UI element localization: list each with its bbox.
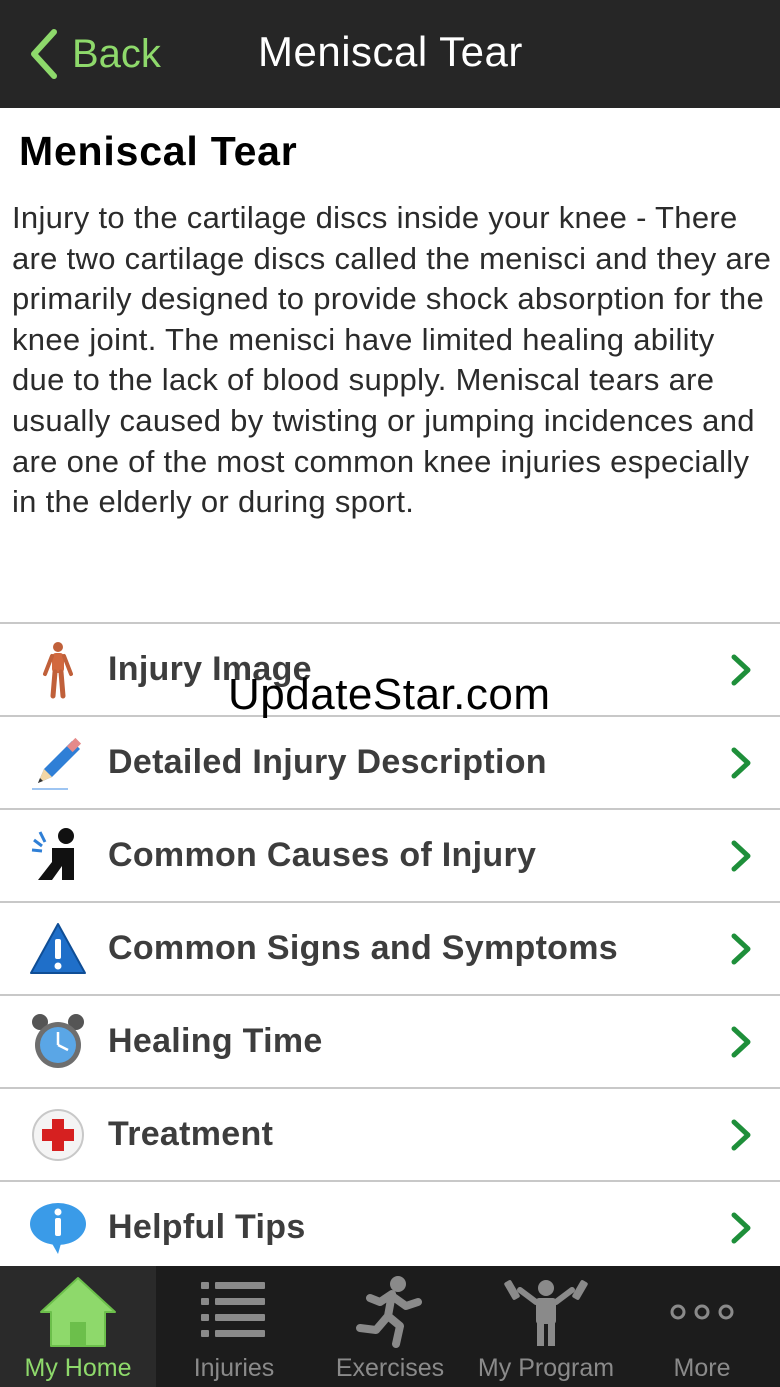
- tab-label: Injuries: [193, 1354, 275, 1382]
- menu-item-label: Healing Time: [108, 1022, 323, 1060]
- tab-exercises[interactable]: Exercises: [312, 1266, 468, 1387]
- tab-injuries[interactable]: Injuries: [156, 1266, 312, 1387]
- back-chevron-icon: [31, 29, 57, 79]
- menu-item-healing-time[interactable]: Healing Time: [0, 996, 780, 1089]
- tab-my-home[interactable]: My Home: [0, 1266, 156, 1387]
- menu-item-label: Common Causes of Injury: [108, 836, 537, 874]
- weightlifter-icon: [504, 1280, 588, 1346]
- chevron-right-icon: [731, 654, 751, 685]
- tab-label: Exercises: [335, 1354, 445, 1382]
- chevron-right-icon: [731, 747, 751, 778]
- navigation-bar: Back Meniscal Tear: [0, 0, 780, 108]
- tab-label: My Program: [477, 1354, 615, 1382]
- menu-item-injury-image[interactable]: Injury Image: [0, 624, 780, 717]
- warning-icon: [28, 919, 88, 979]
- menu-item-label: Common Signs and Symptoms: [108, 929, 618, 967]
- body-anatomy-icon: [28, 640, 88, 700]
- tab-label: My Home: [24, 1354, 132, 1382]
- running-icon: [356, 1276, 422, 1348]
- red-cross-icon: [28, 1105, 88, 1165]
- menu-item-label: Helpful Tips: [108, 1208, 306, 1246]
- chevron-right-icon: [731, 1026, 751, 1057]
- chevron-right-icon: [731, 933, 751, 964]
- menu-item-label: Detailed Injury Description: [108, 743, 547, 781]
- list-icon: [201, 1282, 265, 1337]
- menu-item-detailed-description[interactable]: Detailed Injury Description: [0, 717, 780, 810]
- menu-item-signs-symptoms[interactable]: Common Signs and Symptoms: [0, 903, 780, 996]
- tab-bar: My Home Injuries Exercises My Program Mo…: [0, 1266, 780, 1387]
- injury-menu: Injury Image Detailed Injury Description: [0, 622, 780, 1275]
- tab-label: More: [673, 1354, 731, 1382]
- info-bubble-icon: [28, 1198, 88, 1258]
- alarm-clock-icon: [28, 1012, 88, 1072]
- injury-title: Meniscal Tear: [19, 128, 298, 174]
- chevron-right-icon: [731, 1119, 751, 1150]
- back-label: Back: [72, 31, 161, 76]
- chevron-right-icon: [731, 1212, 751, 1243]
- injury-description: Injury to the cartilage discs inside you…: [12, 200, 772, 520]
- menu-item-helpful-tips[interactable]: Helpful Tips: [0, 1182, 780, 1275]
- chevron-right-icon: [731, 840, 751, 871]
- tab-my-program[interactable]: My Program: [468, 1266, 624, 1387]
- impact-person-icon: [28, 826, 88, 886]
- tab-more[interactable]: More: [624, 1266, 780, 1387]
- menu-item-treatment[interactable]: Treatment: [0, 1089, 780, 1182]
- back-button[interactable]: Back: [28, 26, 161, 82]
- more-dots-icon: [670, 1304, 734, 1320]
- menu-item-label: Treatment: [108, 1115, 274, 1153]
- pencil-icon: [28, 733, 88, 793]
- nav-title: Meniscal Tear: [258, 28, 523, 75]
- home-icon: [40, 1277, 116, 1347]
- menu-item-common-causes[interactable]: Common Causes of Injury: [0, 810, 780, 903]
- menu-item-label: Injury Image: [108, 650, 312, 688]
